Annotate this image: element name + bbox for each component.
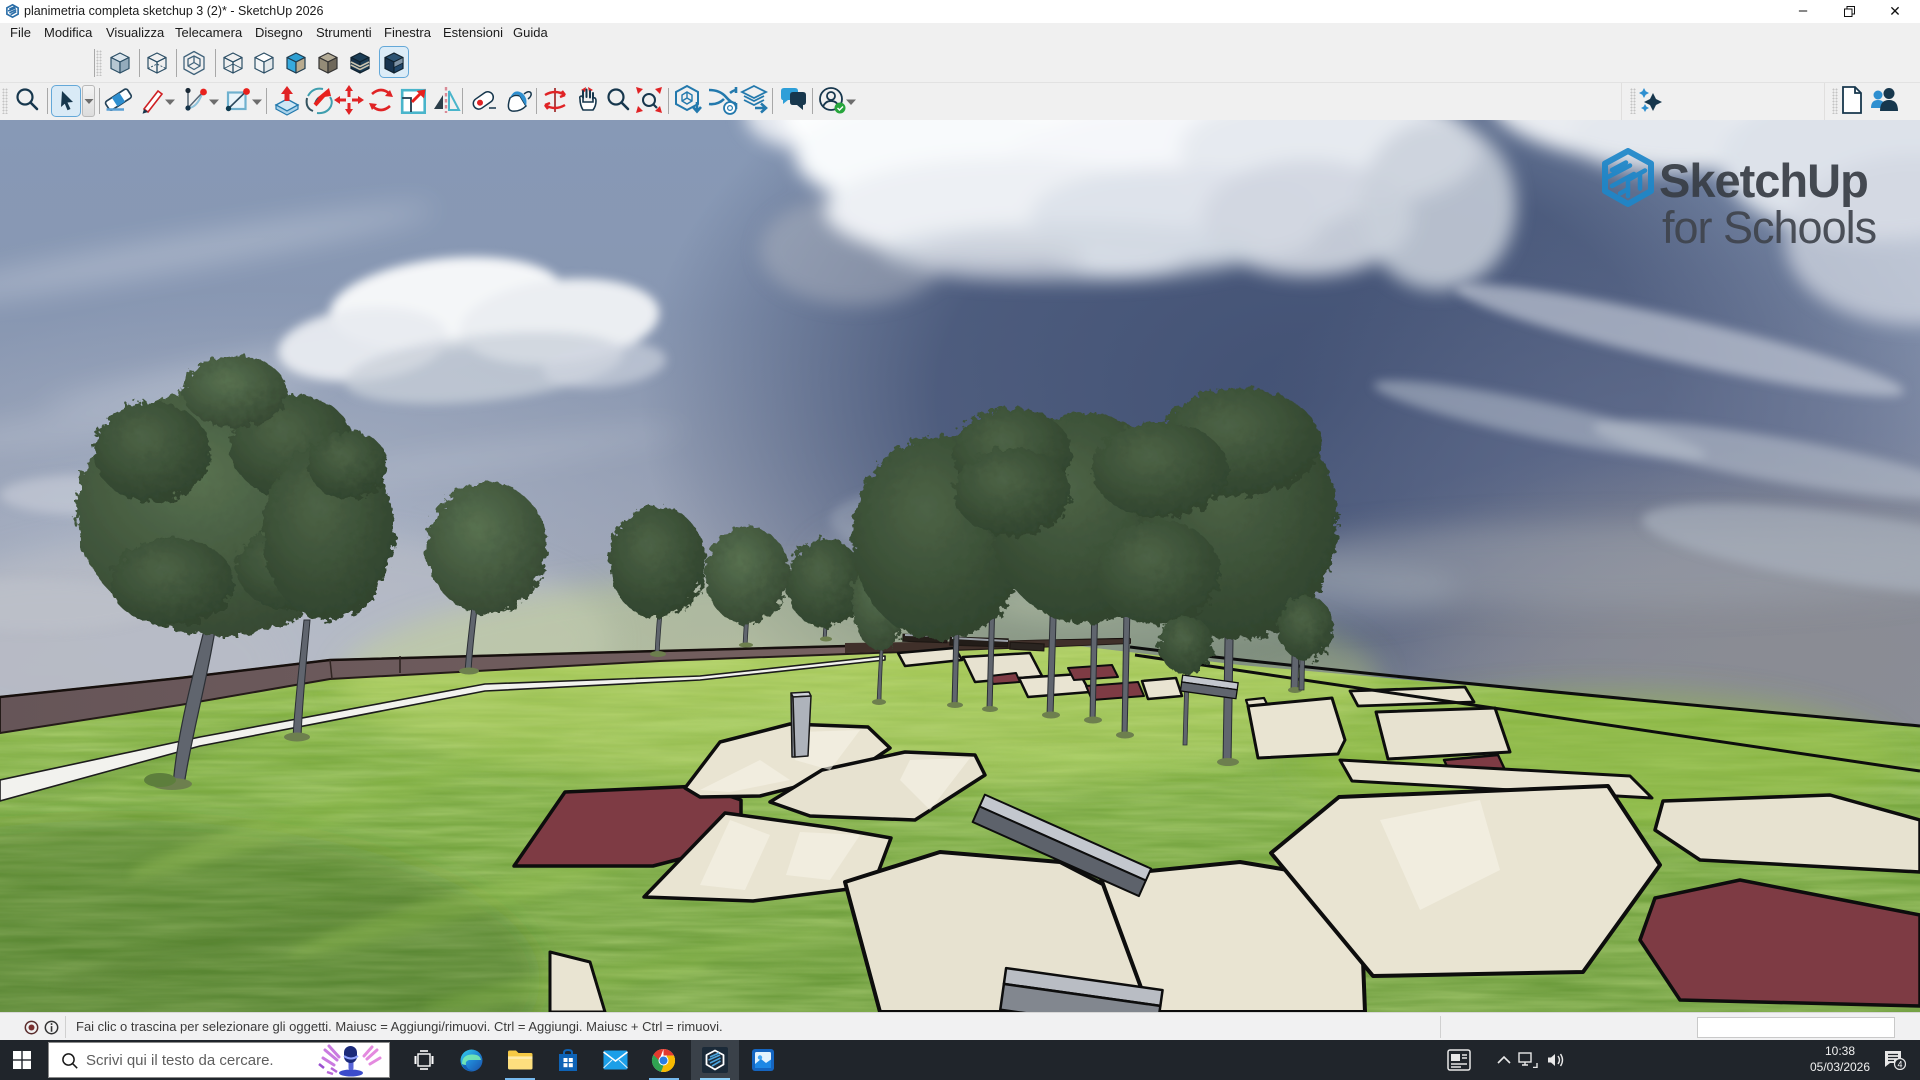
svg-text:for Schools: for Schools	[1662, 202, 1876, 253]
svg-text:4: 4	[1897, 1060, 1902, 1070]
svg-text:SketchUp: SketchUp	[1659, 154, 1868, 207]
